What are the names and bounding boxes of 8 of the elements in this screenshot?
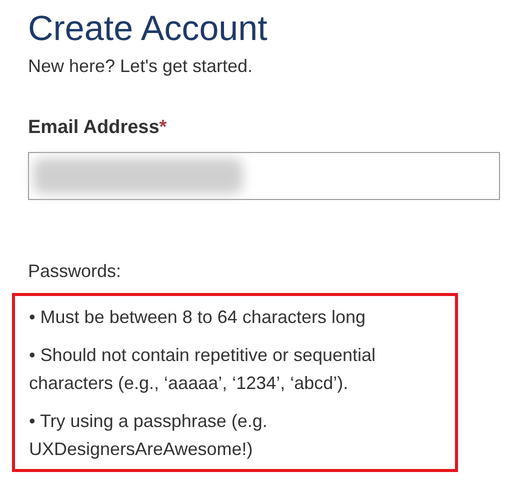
rule-text: • Should not contain repetitive or sequential characters (e.g., ‘aaaaa’, ‘1234’, ‘abcd’). (29, 344, 377, 395)
rule-text: • Try using a passphrase (e.g. UXDesignersAreAwesome!) (29, 410, 268, 461)
page-title: Create Account (28, 10, 268, 48)
field-label: Email Address* (28, 116, 168, 140)
subtitle: New here? Let's get started. (28, 54, 254, 78)
rule-text: • Must be between 8 to 64 characters long (29, 306, 366, 329)
section-heading: Passwords: (28, 260, 122, 283)
email-field[interactable] (28, 152, 500, 200)
